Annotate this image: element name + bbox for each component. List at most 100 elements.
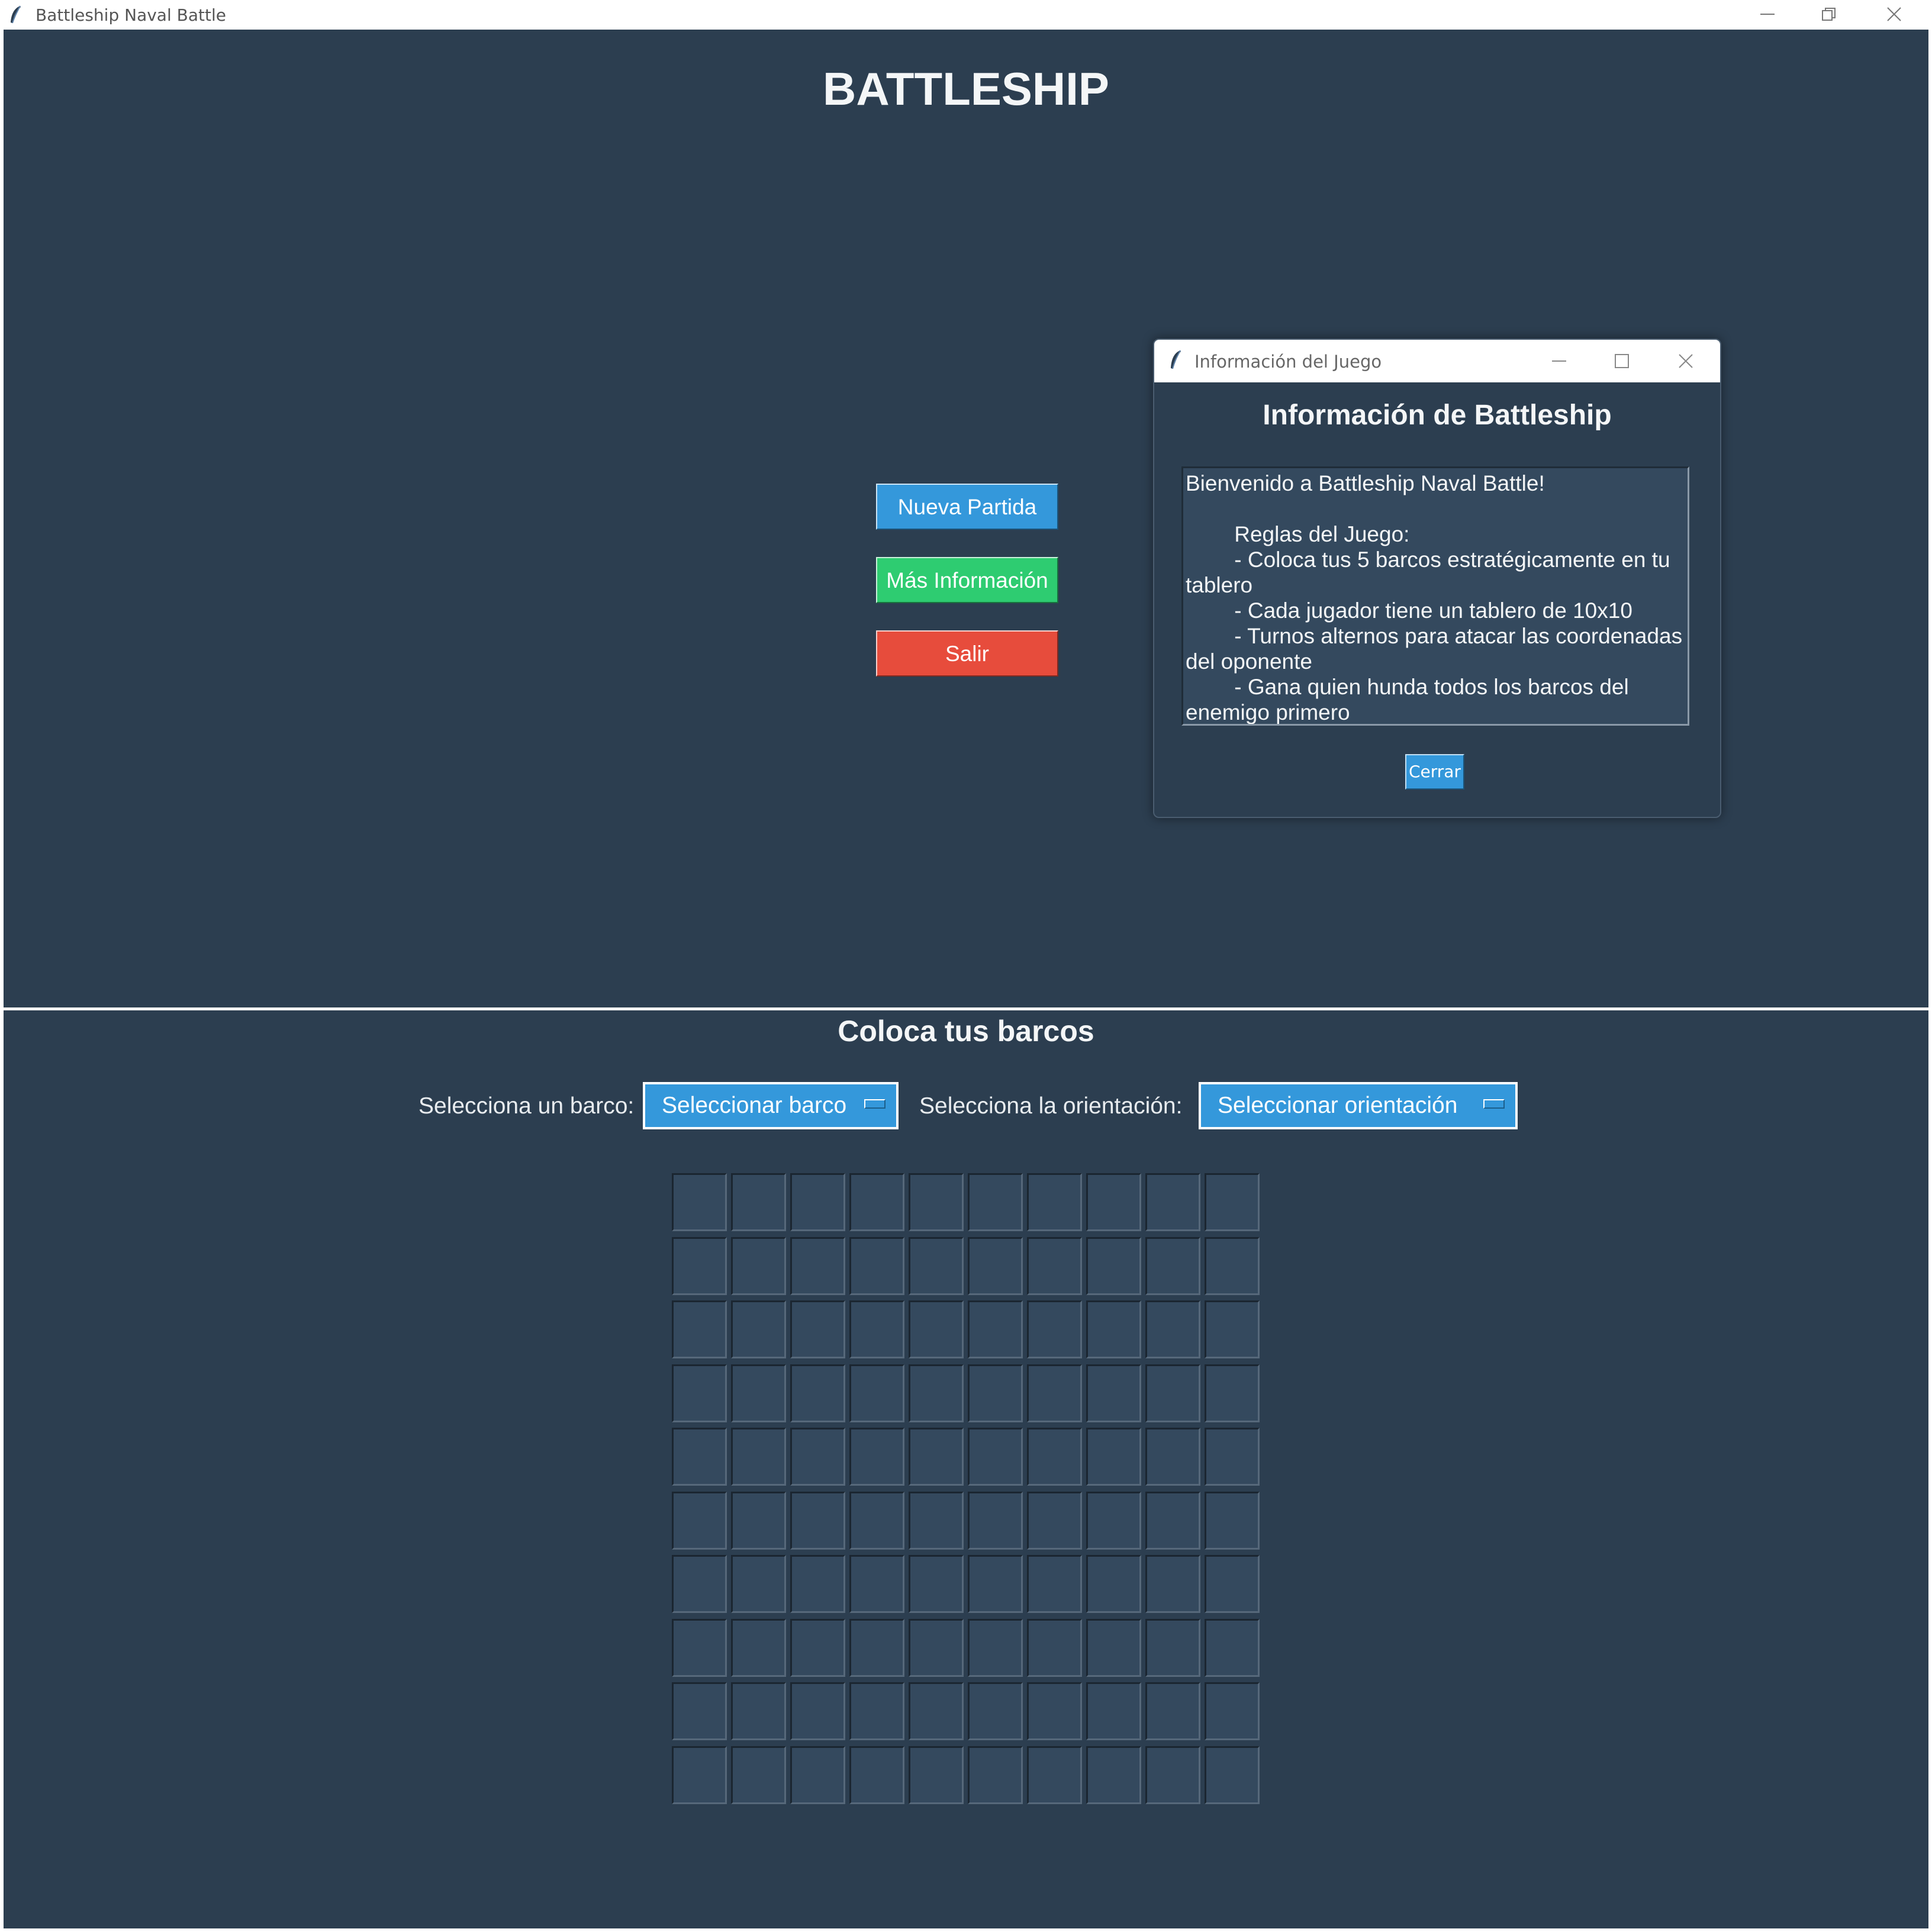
board-cell[interactable] [672,1746,727,1804]
board-cell[interactable] [672,1682,727,1740]
board-cell[interactable] [1145,1555,1200,1613]
board-cell[interactable] [1027,1237,1082,1295]
board-cell[interactable] [672,1428,727,1486]
close-button[interactable]: Cerrar [1405,754,1464,790]
board-cell[interactable] [849,1682,904,1740]
board-cell[interactable] [1086,1682,1141,1740]
board-cell[interactable] [731,1746,786,1804]
board-cell[interactable] [731,1428,786,1486]
board-cell[interactable] [1086,1173,1141,1231]
board-cell[interactable] [1027,1618,1082,1677]
board-cell[interactable] [849,1491,904,1550]
board-cell[interactable] [1205,1491,1260,1550]
board-cell[interactable] [909,1300,964,1358]
board-cell[interactable] [790,1491,845,1550]
board-cell[interactable] [1086,1237,1141,1295]
board-cell[interactable] [1086,1746,1141,1804]
board-cell[interactable] [1027,1555,1082,1613]
board-cell[interactable] [790,1428,845,1486]
board-cell[interactable] [849,1300,904,1358]
board-cell[interactable] [731,1491,786,1550]
board-cell[interactable] [672,1364,727,1422]
rules-text-area[interactable]: Bienvenido a Battleship Naval Battle! Re… [1181,466,1689,726]
board-cell[interactable] [1205,1237,1260,1295]
board-cell[interactable] [909,1237,964,1295]
dialog-minimize-button[interactable] [1528,340,1590,382]
board-cell[interactable] [968,1555,1023,1613]
board-cell[interactable] [790,1618,845,1677]
board-cell[interactable] [968,1364,1023,1422]
new-game-button[interactable]: Nueva Partida [876,484,1058,530]
dialog-close-button[interactable] [1655,340,1717,382]
board-cell[interactable] [1027,1428,1082,1486]
board-cell[interactable] [1145,1682,1200,1740]
board-cell[interactable] [1205,1618,1260,1677]
restore-button[interactable] [1799,0,1859,30]
board-cell[interactable] [790,1746,845,1804]
board-cell[interactable] [849,1364,904,1422]
board-cell[interactable] [1205,1364,1260,1422]
board-cell[interactable] [1145,1491,1200,1550]
board-cell[interactable] [1145,1173,1200,1231]
board-cell[interactable] [1205,1173,1260,1231]
more-info-button[interactable]: Más Información [876,557,1058,603]
board-cell[interactable] [1027,1300,1082,1358]
board-cell[interactable] [1205,1300,1260,1358]
board-cell[interactable] [1027,1682,1082,1740]
board-cell[interactable] [909,1428,964,1486]
board-cell[interactable] [968,1682,1023,1740]
board-cell[interactable] [849,1555,904,1613]
board-cell[interactable] [909,1746,964,1804]
board-cell[interactable] [672,1300,727,1358]
board-cell[interactable] [790,1237,845,1295]
board-cell[interactable] [1205,1428,1260,1486]
board-cell[interactable] [1205,1682,1260,1740]
board-cell[interactable] [1145,1618,1200,1677]
board-cell[interactable] [909,1682,964,1740]
board-cell[interactable] [968,1173,1023,1231]
board-cell[interactable] [672,1555,727,1613]
board-cell[interactable] [1086,1364,1141,1422]
board-cell[interactable] [790,1300,845,1358]
minimize-button[interactable] [1738,0,1797,30]
board-cell[interactable] [790,1173,845,1231]
board-cell[interactable] [1027,1364,1082,1422]
board-cell[interactable] [1205,1746,1260,1804]
board-cell[interactable] [731,1682,786,1740]
board-cell[interactable] [672,1491,727,1550]
board-cell[interactable] [731,1237,786,1295]
board-cell[interactable] [968,1491,1023,1550]
board-cell[interactable] [909,1618,964,1677]
board-cell[interactable] [672,1173,727,1231]
board-cell[interactable] [790,1364,845,1422]
board-cell[interactable] [1145,1300,1200,1358]
board-cell[interactable] [1086,1555,1141,1613]
board-cell[interactable] [968,1746,1023,1804]
board-cell[interactable] [1027,1491,1082,1550]
board-cell[interactable] [731,1618,786,1677]
board-cell[interactable] [909,1491,964,1550]
board-cell[interactable] [968,1237,1023,1295]
board-cell[interactable] [1086,1300,1141,1358]
board-cell[interactable] [849,1173,904,1231]
board-cell[interactable] [1145,1746,1200,1804]
board-cell[interactable] [909,1364,964,1422]
board-cell[interactable] [968,1428,1023,1486]
board-cell[interactable] [1027,1173,1082,1231]
board-cell[interactable] [1086,1428,1141,1486]
board-cell[interactable] [1086,1618,1141,1677]
board-cell[interactable] [909,1555,964,1613]
board-cell[interactable] [849,1428,904,1486]
board-cell[interactable] [1145,1428,1200,1486]
board-cell[interactable] [1145,1364,1200,1422]
board-cell[interactable] [731,1173,786,1231]
board-cell[interactable] [849,1746,904,1804]
board-cell[interactable] [731,1555,786,1613]
board-cell[interactable] [790,1682,845,1740]
board-cell[interactable] [1145,1237,1200,1295]
board-cell[interactable] [672,1237,727,1295]
close-window-button[interactable] [1865,0,1924,30]
board-cell[interactable] [909,1173,964,1231]
board-cell[interactable] [731,1364,786,1422]
board-cell[interactable] [968,1300,1023,1358]
